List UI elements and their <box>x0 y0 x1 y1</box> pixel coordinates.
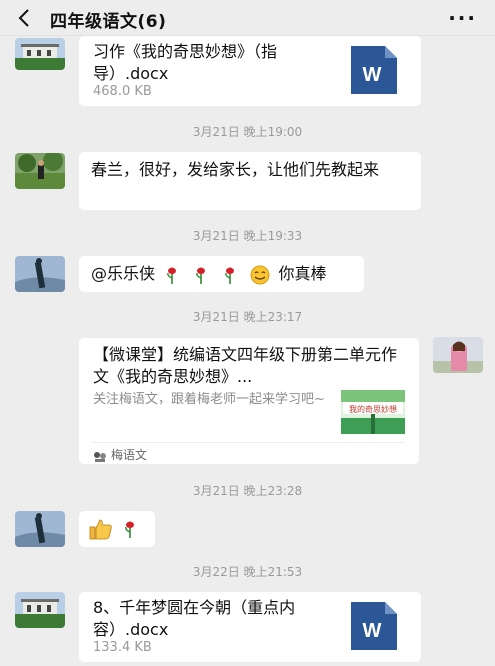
avatar[interactable] <box>15 38 65 70</box>
timestamp: 3月21日 晚上23:28 <box>192 484 303 498</box>
svg-text:我的奇思妙想: 我的奇思妙想 <box>349 404 397 414</box>
file-message[interactable]: 8、千年梦圆在今朝（重点内容）.docx 133.4 KB W <box>79 592 421 662</box>
avatar[interactable] <box>15 511 65 547</box>
avatar[interactable] <box>15 153 65 189</box>
chat-header: 四年级语文(6) ··· <box>0 0 495 36</box>
svg-text:W: W <box>363 64 382 86</box>
avatar[interactable] <box>15 592 65 628</box>
timestamp: 3月21日 晚上19:00 <box>192 125 303 139</box>
timestamp: 3月21日 晚上19:33 <box>192 229 303 243</box>
article-description: 关注梅语文，跟着梅老师一起来学习吧~ <box>93 392 325 407</box>
text-message[interactable]: @乐乐侠 你真棒 <box>79 256 364 292</box>
svg-text:W: W <box>363 620 382 642</box>
avatar[interactable] <box>15 256 65 292</box>
thumbs-up-icon <box>89 519 112 540</box>
rose-icon <box>167 267 177 284</box>
article-thumbnail: 我的奇思妙想 <box>341 390 405 434</box>
rose-icon <box>196 267 206 284</box>
message-text: 你真棒 <box>278 264 327 283</box>
word-icon: W <box>351 46 397 94</box>
rose-icon <box>125 521 135 538</box>
mention-text: @乐乐侠 <box>91 264 156 283</box>
avatar[interactable] <box>433 337 483 373</box>
message-text: 春兰，很好，发给家长，让他们先教起来 <box>91 160 380 179</box>
back-arrow-icon[interactable] <box>14 7 36 29</box>
chat-title: 四年级语文(6) <box>50 12 167 32</box>
file-size: 468.0 KB <box>93 84 152 99</box>
file-name: 8、千年梦圆在今朝（重点内容）.docx <box>93 598 296 639</box>
file-name: 习作《我的奇思妙想》（指导）.docx <box>93 42 278 83</box>
card-divider <box>93 442 405 443</box>
source-logo-icon <box>94 451 106 462</box>
text-message[interactable]: 春兰，很好，发给家长，让他们先教起来 <box>79 152 421 210</box>
file-message[interactable]: 习作《我的奇思妙想》（指导）.docx 468.0 KB W <box>79 36 421 106</box>
smile-icon <box>250 265 270 284</box>
rose-icon <box>225 267 235 284</box>
article-card[interactable]: 【微课堂】统编语文四年级下册第二单元作文《我的奇思妙想》... 关注梅语文，跟着… <box>79 338 419 464</box>
timestamp: 3月21日 晚上23:17 <box>192 310 303 324</box>
timestamp: 3月22日 晚上21:53 <box>192 565 303 579</box>
more-options-icon[interactable]: ··· <box>448 6 477 30</box>
article-source: 梅语文 <box>93 446 147 463</box>
article-title: 【微课堂】统编语文四年级下册第二单元作文《我的奇思妙想》... <box>93 345 398 386</box>
file-size: 133.4 KB <box>93 640 152 655</box>
emoji-message[interactable] <box>79 511 155 547</box>
word-icon: W <box>351 602 397 650</box>
